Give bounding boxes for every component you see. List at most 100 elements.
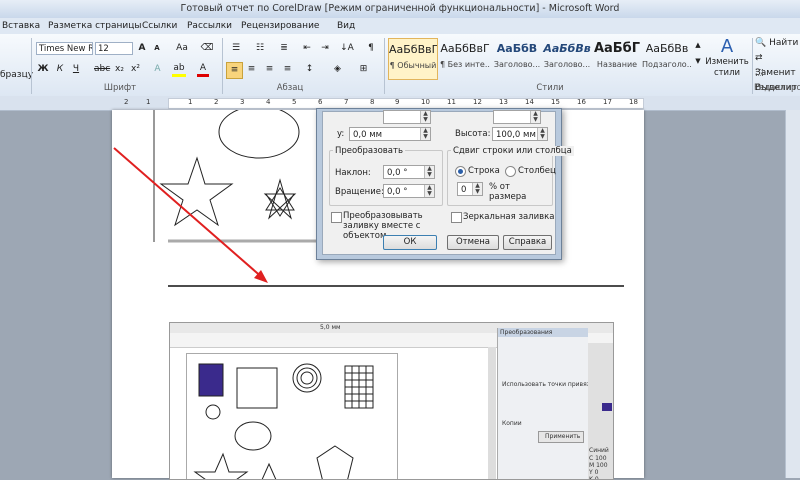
align-right-icon[interactable]: ≡ [262,62,277,77]
select-icon: ⬚ [755,68,764,78]
grid-lines [345,366,373,408]
styles-scroll-icon[interactable]: ▼ [694,54,702,69]
tab-page-layout[interactable]: Разметка страницы [48,19,142,34]
tab-view[interactable]: Вид [337,19,355,34]
height-field[interactable]: 100,0 мм ▲ ▼ [492,127,548,141]
ruler-number: 3 [240,98,245,106]
font-color-icon[interactable]: A [197,62,209,77]
y-value: 0,0 мм [353,130,383,140]
font-size-combo[interactable]: 12 [95,42,133,55]
title-bar: Готовый отчет по CorelDraw [Режим ограни… [0,0,800,18]
row-radio[interactable] [455,166,466,177]
blue-rectangle [198,363,224,397]
corel-scrollbar [488,347,496,479]
italic-icon[interactable]: К [54,62,66,77]
ruler-number: 1 [188,98,193,106]
spin-arrows-icon[interactable]: ▲ ▼ [424,185,434,197]
bold-icon[interactable]: Ж [37,62,49,77]
multilevel-list-icon[interactable]: ≣ [276,41,292,56]
clear-format-icon[interactable]: ⌫ [200,41,214,56]
width-field[interactable]: ▲ ▼ [493,110,541,124]
corel-color-value: М 100 [589,462,608,469]
spin-arrows-icon[interactable]: ▲ ▼ [472,183,482,195]
justify-icon[interactable]: ≡ [280,62,295,77]
replace-button[interactable]: ⇄ Заменит [755,51,800,78]
ruler-number: 18 [629,98,638,106]
strikethrough-icon[interactable]: abc [94,62,110,77]
numbering-icon[interactable]: ☷ [252,41,268,56]
select-button[interactable]: ⬚ Выделит [755,66,800,93]
ruler-number: 4 [266,98,271,106]
style-normal[interactable]: АаБбВвГ ¶ Обычный [388,38,438,80]
tab-review[interactable]: Рецензирование [241,19,319,34]
vertical-scrollbar[interactable] [785,110,800,478]
rotate-field[interactable]: 0,0 ° ▲ ▼ [383,184,435,198]
increase-indent-icon[interactable]: ⇥ [318,41,332,56]
bullets-icon[interactable]: ☰ [228,41,244,56]
find-button[interactable]: 🔍 Найти [755,36,800,51]
tab-references[interactable]: Ссылки [142,19,177,34]
font-name-combo[interactable]: Times New Rc [36,42,93,55]
style-no-spacing[interactable]: АаБбВвГ ¶ Без инте... [440,38,490,80]
show-marks-icon[interactable]: ¶ [364,41,378,56]
shift-value: 0 [461,185,467,195]
align-center-icon[interactable]: ≡ [244,62,259,77]
spin-arrows-icon[interactable]: ▲ ▼ [530,111,540,123]
grow-font-icon[interactable]: A [136,41,148,56]
x-position-field[interactable]: ▲ ▼ [383,110,431,124]
help-button[interactable]: Справка [503,235,552,250]
shift-percent-field[interactable]: 0 ▲ ▼ [457,182,483,196]
spin-arrows-icon[interactable]: ▲ ▼ [420,111,430,123]
spin-arrows-icon[interactable]: ▲ ▼ [424,166,434,178]
skew-field[interactable]: 0,0 ° ▲ ▼ [383,165,435,179]
subscript-icon[interactable]: x₂ [113,62,126,77]
ribbon-separator [222,38,223,94]
text-effects-icon[interactable]: A [151,62,164,77]
underline-icon[interactable]: Ч [70,62,82,77]
highlight-icon[interactable]: ab [172,62,186,77]
line-spacing-icon[interactable]: ↕ [302,62,317,77]
group-label-paragraph: Абзац [276,83,304,93]
align-left-icon[interactable]: ≡ [226,62,243,79]
sort-icon[interactable]: ↓A [340,41,354,56]
change-styles-button[interactable]: A Изменить стили [704,37,750,83]
change-case-icon[interactable]: Aa [174,41,190,56]
decrease-indent-icon[interactable]: ⇤ [300,41,314,56]
ok-button[interactable]: ОК [383,235,437,250]
style-heading-2[interactable]: АаБбВв Заголово... [542,38,592,80]
ruler-number: 12 [473,98,482,106]
styles-scroll-icon[interactable]: ▲ [694,38,702,53]
format-painter-button[interactable]: бразцу [0,68,33,83]
spin-arrows-icon[interactable]: ▲ ▼ [537,128,547,140]
ruler-number: 8 [370,98,375,106]
shrink-font-icon[interactable]: A [151,41,163,56]
red-arrow [113,147,265,280]
skew-label: Наклон: [335,168,371,178]
corel-panel-header: Преобразования [498,328,588,337]
transform-fill-checkbox[interactable] [331,212,342,223]
ellipse-shape [218,110,300,159]
corel-color-value: Y 0 [589,469,599,476]
height-label: Высота: [455,129,491,139]
rotate-value: 0,0 ° [387,187,408,197]
transform-dialog: ▲ ▼ ▲ ▼ y: 0,0 мм ▲ ▼ Высота: 100,0 мм ▲ ▼ П… [316,108,574,260]
pentagon-shape [316,445,354,479]
spin-arrows-icon[interactable]: ▲ ▼ [420,128,430,140]
shading-icon[interactable]: ◈ [330,62,345,77]
tab-insert[interactable]: Вставка [2,19,40,34]
tab-mailings[interactable]: Рассылки [187,19,232,34]
style-heading-1[interactable]: АаБбВ Заголово... [492,38,542,80]
corel-color-value: С 100 [589,455,607,462]
coreldraw-screenshot: 5,0 мм Преобразования Использовать точки… [169,322,614,480]
style-subtitle[interactable]: АаБбВв Подзаголо... [642,38,692,80]
style-title[interactable]: АаБбГ Название [592,38,642,80]
cancel-button[interactable]: Отмена [447,235,499,250]
y-position-field[interactable]: 0,0 мм ▲ ▼ [349,127,431,141]
ribbon-separator [31,38,32,94]
shift-unit-label: % от размера [489,182,527,202]
window-title: Готовый отчет по CorelDraw [Режим ограни… [180,3,620,14]
superscript-icon[interactable]: x² [129,62,142,77]
mirror-fill-checkbox[interactable] [451,212,462,223]
borders-icon[interactable]: ⊞ [356,62,371,77]
column-radio[interactable] [505,166,516,177]
